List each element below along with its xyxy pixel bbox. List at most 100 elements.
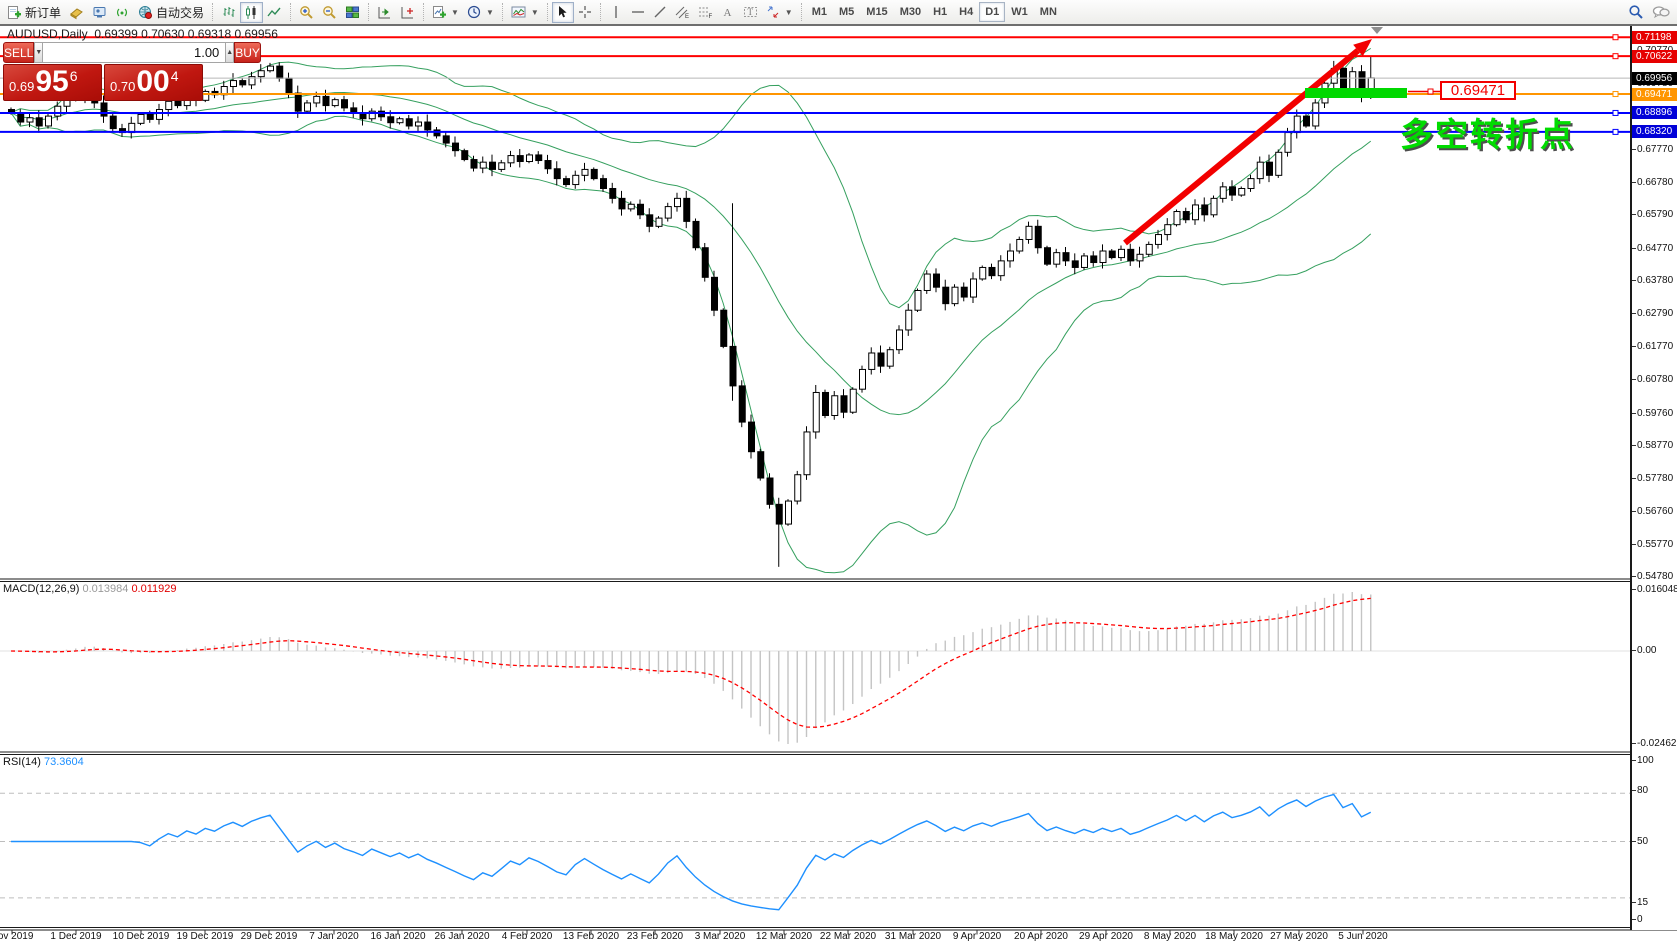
- candle-up: [582, 169, 588, 175]
- trend-line-tool-button[interactable]: [649, 2, 671, 23]
- timeframe-button-d1[interactable]: D1: [979, 2, 1005, 22]
- tile-windows-button[interactable]: [341, 2, 364, 23]
- volume-increase-button[interactable]: ▲: [225, 42, 234, 63]
- candle-up: [675, 198, 681, 206]
- new-order-icon: [7, 5, 22, 20]
- buy-price-button[interactable]: 0.70 00 4: [104, 64, 203, 101]
- candle-up: [1193, 205, 1199, 220]
- candle-down: [1359, 72, 1365, 97]
- price-label-0.69956: 0.69956: [1632, 72, 1677, 85]
- volume-decrease-button[interactable]: ▼: [34, 42, 43, 63]
- timeframe-button-m30[interactable]: M30: [894, 2, 927, 22]
- turning-point-annotation[interactable]: 多空转折点: [1400, 108, 1575, 156]
- auto-trading-button[interactable]: 自动交易: [134, 2, 208, 23]
- timeframe-button-m1[interactable]: M1: [806, 2, 833, 22]
- candle-down: [1045, 248, 1051, 264]
- cursor-tool-button[interactable]: [552, 2, 574, 23]
- new-order-button[interactable]: 新订单: [3, 2, 65, 23]
- candle-up: [804, 432, 810, 475]
- rsi-value: 73.3604: [44, 756, 84, 768]
- toolbar: 新订单 自动交易: [0, 0, 1677, 26]
- dropdown-caret-icon: ▼: [785, 8, 793, 17]
- candle-down: [360, 113, 366, 119]
- zoom-out-button[interactable]: [318, 2, 341, 23]
- timeframe-button-h4[interactable]: H4: [953, 2, 979, 22]
- bar-chart-button[interactable]: [217, 2, 240, 23]
- rsi-name: RSI(14): [3, 756, 41, 768]
- candle-up: [1008, 251, 1014, 261]
- signals-button[interactable]: [111, 2, 134, 23]
- rsi-plot[interactable]: [0, 793, 1630, 910]
- fibonacci-tool-button[interactable]: F: [694, 2, 717, 23]
- horizontal-line-tool-button[interactable]: [627, 2, 649, 23]
- candle-up: [813, 392, 819, 431]
- crosshair-icon: [578, 5, 592, 19]
- publisher-button[interactable]: [88, 2, 111, 23]
- zoom-in-button[interactable]: [295, 2, 318, 23]
- timeframe-button-mn[interactable]: MN: [1034, 2, 1063, 22]
- candle-down: [147, 114, 153, 119]
- timeframe-button-h1[interactable]: H1: [927, 2, 953, 22]
- new-chart-icon: [432, 5, 447, 20]
- timeframe-button-m5[interactable]: M5: [833, 2, 860, 22]
- search-button[interactable]: [1624, 2, 1648, 23]
- price-tick: 0.55770: [1637, 539, 1673, 550]
- candle-down: [1063, 253, 1069, 261]
- price-axis[interactable]: 0.707700.697800.687900.677700.667800.657…: [1630, 25, 1677, 930]
- macd-plot[interactable]: [0, 592, 1630, 744]
- periods-button[interactable]: ▼: [463, 2, 498, 23]
- candle-up: [1248, 179, 1254, 189]
- indicators-button[interactable]: ▼: [507, 2, 543, 23]
- candle-down: [1035, 226, 1041, 247]
- candle-up: [1174, 212, 1180, 225]
- auto-scroll-button[interactable]: [373, 2, 396, 23]
- candle-down: [1202, 205, 1208, 215]
- price-tag-label[interactable]: 0.69471: [1440, 81, 1516, 100]
- candle-down: [36, 118, 42, 126]
- vertical-line-tool-button[interactable]: [605, 2, 627, 23]
- candle-down: [1091, 256, 1097, 263]
- candle-down: [878, 353, 884, 366]
- trend-line-icon: [653, 5, 667, 19]
- timeframe-button-w1[interactable]: W1: [1005, 2, 1034, 22]
- candle-up: [1220, 187, 1226, 199]
- macd-label: MACD(12,26,9) 0.013984 0.011929: [3, 583, 177, 595]
- candle-down: [961, 287, 967, 297]
- chart-title: AUDUSD,Daily 0.69399 0.70630 0.69318 0.6…: [7, 27, 278, 41]
- new-chart-button[interactable]: ▼: [428, 2, 463, 23]
- candle-up: [249, 77, 255, 85]
- line-chart-button[interactable]: [263, 2, 286, 23]
- price-tick: 0.59760: [1637, 408, 1673, 419]
- chart-shift-button[interactable]: [396, 2, 419, 23]
- buy-price-prefix: 0.70: [110, 79, 135, 94]
- sell-button[interactable]: SELL: [3, 42, 34, 63]
- candle-up: [1017, 239, 1023, 251]
- arrows-tool-button[interactable]: ▼: [762, 2, 797, 23]
- text-label-tool-button[interactable]: T: [739, 2, 762, 23]
- text-tool-button[interactable]: A: [717, 2, 739, 23]
- search-icon: [1628, 4, 1644, 20]
- candle-up: [1054, 253, 1060, 265]
- price-label-0.68896: 0.68896: [1632, 106, 1677, 119]
- candle-down: [286, 78, 292, 93]
- history-center-button[interactable]: [65, 2, 88, 23]
- sell-price-prefix: 0.69: [9, 79, 34, 94]
- buy-button[interactable]: BUY: [234, 42, 261, 63]
- candle-up: [1165, 225, 1171, 235]
- candle-up: [832, 396, 838, 416]
- buy-price-pip: 4: [171, 68, 179, 84]
- crosshair-tool-button[interactable]: [574, 2, 596, 23]
- volume-input[interactable]: [43, 42, 225, 63]
- svg-text:A: A: [724, 7, 732, 19]
- candle-up: [138, 114, 144, 123]
- price-tick: 0.57780: [1637, 473, 1673, 484]
- candle-down: [240, 81, 246, 85]
- equidistant-channel-tool-button[interactable]: E: [671, 2, 694, 23]
- sell-price-button[interactable]: 0.69 95 6: [3, 64, 102, 101]
- candlestick-chart-button[interactable]: [240, 2, 263, 23]
- timeframe-button-m15[interactable]: M15: [860, 2, 893, 22]
- candle-down: [684, 198, 690, 221]
- candle-up: [795, 475, 801, 501]
- price-label-0.71198: 0.71198: [1632, 31, 1677, 44]
- chat-button[interactable]: [1648, 2, 1674, 23]
